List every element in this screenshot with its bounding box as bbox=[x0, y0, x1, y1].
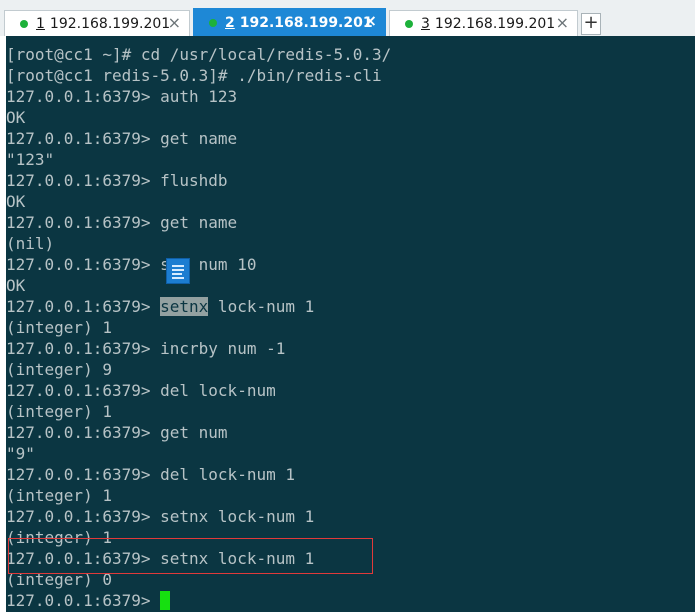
terminal-prompt: 127.0.0.1:6379> bbox=[6, 591, 161, 610]
tab-title: 192.168.199.201 bbox=[434, 15, 556, 32]
tab-title: 192.168.199.201 bbox=[49, 15, 171, 32]
text-cursor bbox=[160, 591, 171, 610]
terminal-line: OK bbox=[6, 276, 26, 295]
terminal-line: (nil) bbox=[6, 234, 55, 253]
terminal-line: 127.0.0.1:6379> del lock-num 1 bbox=[6, 465, 295, 484]
tab-session-2[interactable]: 2 192.168.199.201 × bbox=[193, 8, 386, 36]
terminal-line: "123" bbox=[6, 150, 55, 169]
close-icon[interactable]: × bbox=[556, 15, 569, 31]
terminal-line: 127.0.0.1:6379> get num bbox=[6, 423, 228, 442]
tab-session-1[interactable]: 1 192.168.199.201 × bbox=[4, 10, 190, 36]
terminal-line: (integer) 9 bbox=[6, 360, 112, 379]
text-selection: setnx bbox=[160, 297, 209, 316]
terminal-line: [root@cc1 redis-5.0.3]# ./bin/redis-cli bbox=[6, 66, 382, 85]
terminal-prompt-line[interactable]: 127.0.0.1:6379> bbox=[6, 590, 171, 611]
annotation-highlight-box bbox=[8, 538, 373, 574]
terminal-line: 127.0.0.1:6379> setnx lock-num 1 bbox=[6, 507, 315, 526]
document-icon bbox=[166, 258, 190, 284]
terminal-line: OK bbox=[6, 108, 26, 127]
terminal-line: (integer) 1 bbox=[6, 486, 112, 505]
terminal-prompt: 127.0.0.1:6379> bbox=[6, 297, 161, 316]
tab-bar: 1 192.168.199.201 × 2 192.168.199.201 × … bbox=[0, 0, 695, 37]
terminal-line: 127.0.0.1:6379> del lock-num bbox=[6, 381, 276, 400]
terminal-line-selected: 127.0.0.1:6379> setnx lock-num 1 bbox=[6, 296, 314, 317]
terminal-line: 127.0.0.1:6379> flushdb bbox=[6, 171, 228, 190]
terminal-line: 127.0.0.1:6379> get name bbox=[6, 129, 238, 148]
terminal-line: 127.0.0.1:6379> auth 123 bbox=[6, 87, 238, 106]
connected-dot-icon bbox=[20, 19, 28, 28]
terminal-line: 127.0.0.1:6379> incrby num -1 bbox=[6, 339, 286, 358]
tab-number: 1 bbox=[36, 15, 45, 32]
tab-title: 192.168.199.201 bbox=[239, 14, 373, 31]
terminal-line: OK bbox=[6, 192, 26, 211]
terminal-line: [root@cc1 ~]# cd /usr/local/redis-5.0.3/ bbox=[6, 45, 392, 64]
new-tab-button[interactable]: + bbox=[581, 13, 601, 35]
connected-dot-icon bbox=[209, 18, 217, 27]
terminal-line: 127.0.0.1:6379> set num 10 bbox=[6, 255, 257, 274]
tab-number: 3 bbox=[421, 15, 430, 32]
close-icon[interactable]: × bbox=[364, 13, 377, 29]
terminal-output[interactable]: [root@cc1 ~]# cd /usr/local/redis-5.0.3/… bbox=[0, 36, 695, 612]
terminal-line: 127.0.0.1:6379> get name bbox=[6, 213, 238, 232]
terminal-line: (integer) 1 bbox=[6, 318, 112, 337]
terminal-command-rest: lock-num 1 bbox=[208, 297, 315, 316]
tab-number: 2 bbox=[225, 14, 235, 31]
terminal-line: (integer) 1 bbox=[6, 402, 112, 421]
connected-dot-icon bbox=[405, 19, 413, 28]
terminal-line: "9" bbox=[6, 444, 35, 463]
close-icon[interactable]: × bbox=[168, 15, 181, 31]
tab-session-3[interactable]: 3 192.168.199.201 × bbox=[389, 10, 578, 36]
